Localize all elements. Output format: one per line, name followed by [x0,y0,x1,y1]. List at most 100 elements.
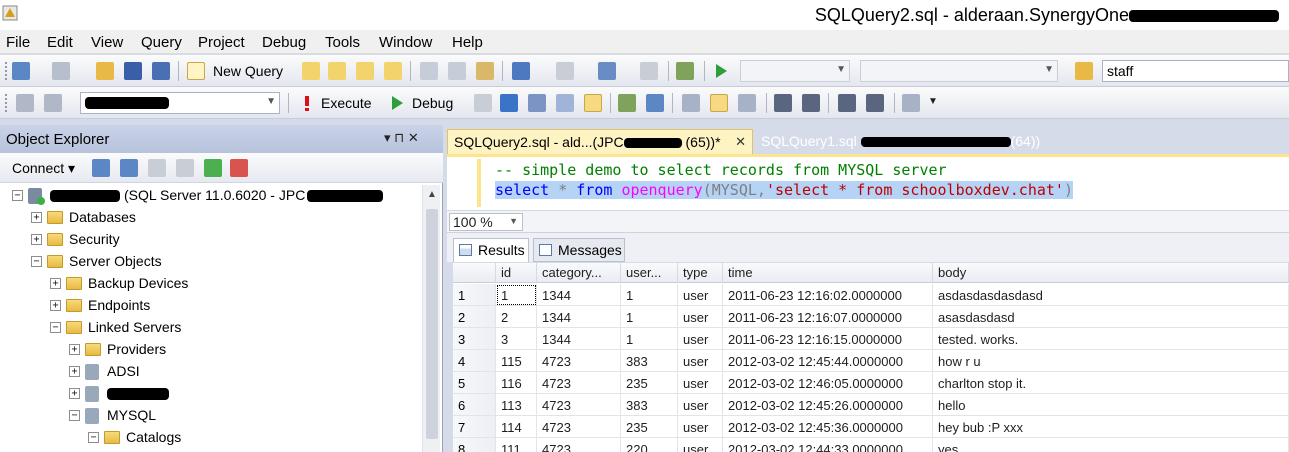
parse-icon[interactable] [500,94,518,112]
grid-cell[interactable]: asdasdasdasdasd [933,284,1289,306]
row-number[interactable]: 1 [453,284,496,306]
row-number[interactable]: 6 [453,394,496,416]
results-grid[interactable]: id category... user... type time body 1 1 1344 1 u… [453,263,1289,452]
toolbar-grip[interactable] [4,93,8,113]
grid-cell[interactable]: 1 [621,328,678,350]
grid-cell[interactable]: 1344 [537,328,621,350]
grid-cell[interactable]: 2 [496,306,537,328]
new-query-icon[interactable] [187,62,205,80]
table-row[interactable]: 5 116 4723 235 user 2012-03-02 12:46:05.00000… [453,372,1289,394]
grid-cell[interactable]: user [678,350,723,372]
grid-cell[interactable]: hello [933,394,1289,416]
menu-tools[interactable]: Tools [325,34,360,51]
code-line-comment[interactable]: -- simple demo to select records from MY… [495,161,947,179]
filter-icon[interactable] [176,159,194,177]
column-header[interactable]: body [933,263,1289,283]
menu-project[interactable]: Project [198,34,245,51]
solution-platforms-combo[interactable]: ▼ [860,60,1058,82]
close-icon[interactable]: ✕ [735,134,746,150]
grid-cell[interactable]: 111 [496,438,537,452]
query-designer-icon[interactable] [556,94,574,112]
grid-cell[interactable]: how r u [933,350,1289,372]
grid-cell[interactable]: 1344 [537,306,621,328]
grid-cell[interactable]: user [678,328,723,350]
solution-configurations-combo[interactable]: ▼ [740,60,850,82]
menu-view[interactable]: View [91,34,123,51]
grid-cell[interactable]: 116 [496,372,537,394]
grid-cell[interactable]: 1 [621,284,678,306]
table-row[interactable]: 8 111 4723 220 user 2012-03-02 12:44:33.00000… [453,438,1289,452]
grid-cell[interactable]: asasdasdasd [933,306,1289,328]
collapse-icon[interactable]: − [31,256,42,267]
add-item-icon[interactable] [52,62,70,80]
row-number[interactable]: 2 [453,306,496,328]
grid-cell[interactable]: 2011-06-23 12:16:02.0000000 [723,284,933,306]
grid-cell[interactable]: charlton stop it. [933,372,1289,394]
expand-icon[interactable]: + [69,388,80,399]
object-explorer-scrollbar[interactable]: ▲ [422,185,440,452]
grid-cell[interactable]: user [678,306,723,328]
collapse-icon[interactable]: − [69,410,80,421]
tab-sqlquery1[interactable]: SQLQuery1.sql (64)) [755,129,1075,155]
column-header[interactable]: user... [621,263,678,283]
collapse-icon[interactable]: − [12,190,23,201]
undo-icon[interactable] [512,62,530,80]
decrease-indent-icon[interactable] [838,94,856,112]
query-editor[interactable]: -- simple demo to select records from MY… [447,154,1289,210]
connect-icon[interactable] [16,94,34,112]
row-number[interactable]: 4 [453,350,496,372]
grid-cell[interactable]: 2012-03-02 12:45:26.0000000 [723,394,933,416]
row-number[interactable]: 7 [453,416,496,438]
grid-cell[interactable]: 113 [496,394,537,416]
open-folder-icon[interactable] [96,62,114,80]
client-statistics-icon[interactable] [682,94,700,112]
expand-icon[interactable]: + [31,212,42,223]
navigate-backward-icon[interactable] [598,62,616,80]
display-estimated-plan-icon[interactable] [528,94,546,112]
grid-cell[interactable]: user [678,438,723,452]
debug-icon[interactable] [388,94,406,112]
zoom-combo[interactable]: 100 % ▼ [449,213,523,231]
grid-cell[interactable]: 383 [621,394,678,416]
grid-cell[interactable]: user [678,394,723,416]
menu-file[interactable]: File [6,34,30,51]
table-row[interactable]: 2 2 1344 1 user 2011-06-23 12:16:07.0000000 as… [453,306,1289,328]
grid-cell[interactable]: 2012-03-02 12:45:44.0000000 [723,350,933,372]
grid-cell[interactable]: 4723 [537,416,621,438]
grid-cell[interactable]: 114 [496,416,537,438]
column-header[interactable]: category... [537,263,621,283]
grid-cell[interactable]: 2012-03-02 12:46:05.0000000 [723,372,933,394]
refresh-icon[interactable] [204,159,222,177]
cancel-query-icon[interactable] [474,94,492,112]
grid-cell[interactable]: hey bub :P xxx [933,416,1289,438]
increase-indent-icon[interactable] [866,94,884,112]
menu-debug[interactable]: Debug [262,34,306,51]
stop-icon[interactable] [148,159,166,177]
grid-cell[interactable]: 4723 [537,372,621,394]
debug-button[interactable]: Debug [412,95,453,111]
collapse-icon[interactable]: − [50,322,61,333]
analysis-query-icon[interactable] [328,62,346,80]
save-icon[interactable] [124,62,142,80]
column-header[interactable]: id [496,263,537,283]
grid-cell[interactable]: 2011-06-23 12:16:07.0000000 [723,306,933,328]
menu-help[interactable]: Help [452,34,483,51]
find-in-files-icon[interactable] [1075,62,1093,80]
table-row[interactable]: 4 115 4723 383 user 2012-03-02 12:45:44.00000… [453,350,1289,372]
row-number[interactable]: 8 [453,438,496,452]
disconnect-icon[interactable] [120,159,138,177]
grid-cell[interactable]: 4723 [537,394,621,416]
expand-icon[interactable]: + [69,366,80,377]
intellisense-icon[interactable] [618,94,636,112]
table-row[interactable]: 3 3 1344 1 user 2011-06-23 12:16:15.0000000 te… [453,328,1289,350]
table-row[interactable]: 1 1 1344 1 user 2011-06-23 12:16:02.0000000 as… [453,284,1289,306]
grid-cell[interactable]: tested. works. [933,328,1289,350]
table-row[interactable]: 6 113 4723 383 user 2012-03-02 12:45:26.00000… [453,394,1289,416]
menu-edit[interactable]: Edit [47,34,73,51]
grid-corner[interactable] [453,263,496,283]
grid-cell[interactable]: yes [933,438,1289,452]
cut-icon[interactable] [420,62,438,80]
change-connection-icon[interactable] [44,94,62,112]
expand-icon[interactable]: + [31,234,42,245]
table-row[interactable]: 7 114 4723 235 user 2012-03-02 12:45:36.00000… [453,416,1289,438]
